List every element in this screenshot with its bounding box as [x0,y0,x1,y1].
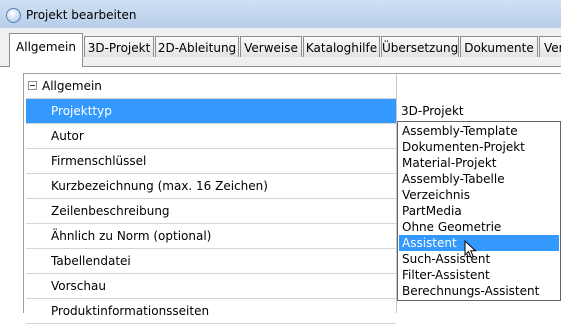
dropdown-option[interactable]: Ohne Geometrie [399,219,559,235]
dropdown-option[interactable]: Verzeichnis [399,187,559,203]
tab-label: Übersetzung [382,41,459,55]
tab-label: Ver [544,41,561,55]
tab-label: 3D-Projekt [87,41,151,55]
property-label: Ähnlich zu Norm (optional) [51,229,212,243]
dropdown-option[interactable]: Dokumenten-Projekt [399,139,559,155]
dropdown-option[interactable]: Filter-Assistent [399,267,559,283]
property-label: Projekttyp [51,104,112,118]
tab-allgemein[interactable]: Allgemein [9,33,83,67]
tab-uebersetzung[interactable]: Übersetzung [381,36,459,57]
property-row-aehnlich-zu-norm[interactable]: Ähnlich zu Norm (optional) [26,224,396,249]
property-row-kurzbezeichnung[interactable]: Kurzbezeichnung (max. 16 Zeichen) [26,174,396,199]
property-row-autor[interactable]: Autor [26,124,396,149]
property-row-zeilenbeschreibung[interactable]: Zeilenbeschreibung [26,199,396,224]
group-header-allgemein[interactable]: Allgemein [26,74,396,99]
property-label: Kurzbezeichnung (max. 16 Zeichen) [51,179,268,193]
property-row-produktinformationsseiten[interactable]: Produktinformationsseiten [26,299,396,324]
tab-dokumente[interactable]: Dokumente [460,36,538,57]
property-label: Zeilenbeschreibung [51,204,170,218]
projekttyp-dropdown-list[interactable]: Assembly-Template Dokumenten-Projekt Mat… [397,121,561,301]
projekttyp-value-combobox[interactable]: 3D-Projekt [397,99,561,121]
dropdown-option[interactable]: PartMedia [399,203,559,219]
property-label: Autor [51,129,84,143]
window-titlebar: Projekt bearbeiten [0,0,561,29]
tab-3d-projekt[interactable]: 3D-Projekt [84,36,154,57]
tab-label: Kataloghilfe [305,41,378,55]
tab-label: Allgemein [16,40,76,54]
dropdown-option[interactable]: Assembly-Template [399,123,559,139]
property-label: Vorschau [51,279,106,293]
tab-2d-ableitung[interactable]: 2D-Ableitung [155,36,239,57]
tab-verknuepfungen[interactable]: Ver [539,36,561,57]
tab-verweise[interactable]: Verweise [240,36,302,57]
property-label: Tabellendatei [51,254,131,268]
tab-label: Verweise [244,41,298,55]
property-label: Firmenschlüssel [51,154,147,168]
property-label: Produktinformationsseiten [51,304,210,318]
tab-kataloghilfe[interactable]: Kataloghilfe [303,36,380,57]
property-row-firmenschluessel[interactable]: Firmenschlüssel [26,149,396,174]
dropdown-option[interactable]: Berechnungs-Assistent [399,283,559,299]
property-row-vorschau[interactable]: Vorschau [26,274,396,299]
app-icon [6,8,21,23]
window-title: Projekt bearbeiten [26,8,137,22]
dropdown-option[interactable]: Material-Projekt [399,155,559,171]
dropdown-option[interactable]: Assembly-Tabelle [399,171,559,187]
combobox-selected-value: 3D-Projekt [401,104,464,118]
tab-label: 2D-Ableitung [157,41,237,55]
collapse-icon[interactable] [28,81,37,90]
tab-label: Dokumente [464,41,534,55]
property-row-projekttyp[interactable]: Projekttyp [26,99,396,124]
group-label: Allgemein [42,79,102,93]
mouse-cursor-icon [464,240,477,259]
property-row-tabellendatei[interactable]: Tabellendatei [26,249,396,274]
